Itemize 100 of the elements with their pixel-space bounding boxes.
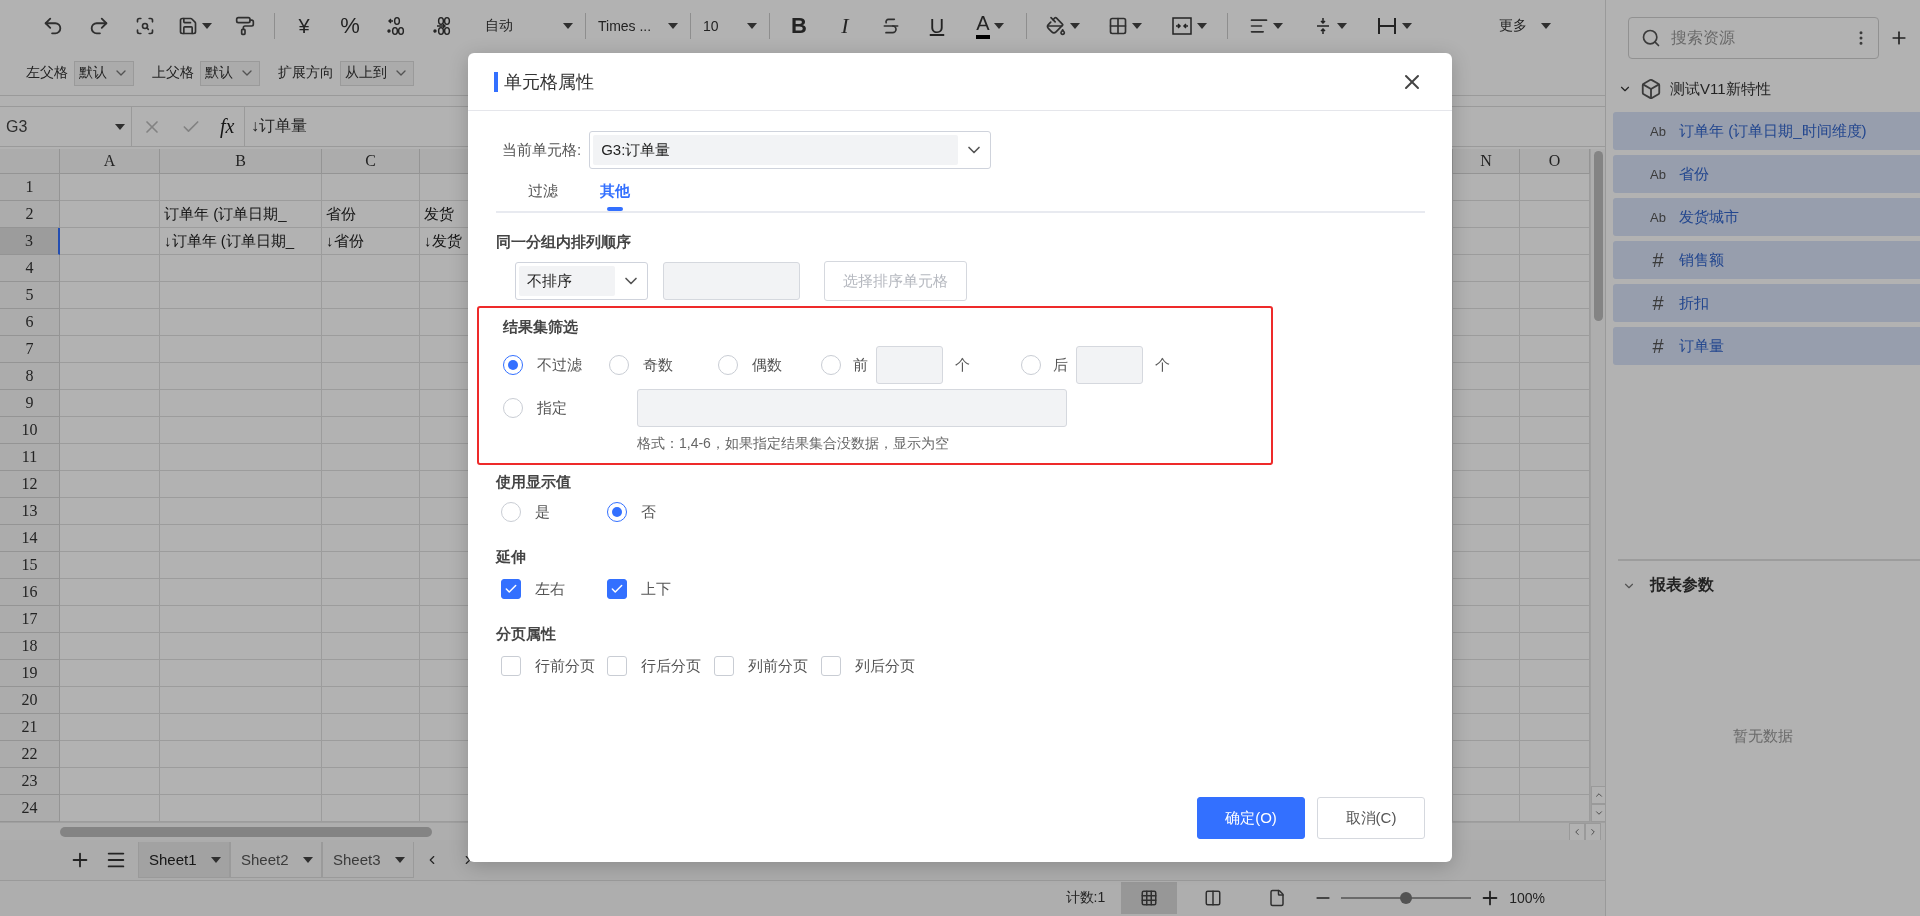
row-header[interactable]: 16 xyxy=(0,579,60,607)
section-title: 延伸 xyxy=(496,546,527,567)
parent-select[interactable]: 默认 xyxy=(200,60,260,86)
save-icon[interactable] xyxy=(178,15,198,36)
row-header[interactable]: 9 xyxy=(0,390,60,418)
checkbox[interactable] xyxy=(607,579,627,599)
field-item[interactable]: # 销售额 xyxy=(1613,241,1920,279)
row-header[interactable]: 4 xyxy=(0,255,60,283)
function-icon[interactable]: fx xyxy=(219,115,235,139)
option-label: 上下 xyxy=(641,579,671,599)
cell-select[interactable]: G3:订单量 xyxy=(589,131,992,169)
cancel-button[interactable]: 取消(C) xyxy=(1317,797,1425,839)
border-icon[interactable] xyxy=(1108,15,1128,36)
row-header[interactable]: 17 xyxy=(0,606,60,634)
scrollbar-thumb[interactable] xyxy=(60,826,432,837)
row-header[interactable]: 12 xyxy=(0,471,60,499)
checkbox[interactable] xyxy=(821,656,841,676)
option-label: 是 xyxy=(535,502,550,522)
sheet-tab[interactable]: Sheet1 xyxy=(138,842,230,879)
confirm-button[interactable]: 确定(O) xyxy=(1197,797,1305,839)
increase-decimal-icon[interactable] xyxy=(431,14,453,37)
radio-button[interactable] xyxy=(1021,355,1041,375)
column-header[interactable]: A xyxy=(60,149,160,175)
dataset-name[interactable]: 测试V11新特性 xyxy=(1670,79,1771,99)
field-item[interactable]: Ab 发货城市 xyxy=(1613,198,1920,236)
row-header[interactable]: 11 xyxy=(0,444,60,472)
row-header[interactable]: 23 xyxy=(0,768,60,796)
column-header[interactable]: C xyxy=(322,149,420,175)
formula-text[interactable]: ↓订单量 xyxy=(245,116,307,138)
radio-button[interactable] xyxy=(503,355,523,375)
merge-cells-icon[interactable] xyxy=(1171,14,1193,37)
caret-icon xyxy=(1337,22,1347,29)
corner-cell[interactable] xyxy=(0,149,60,175)
number-format-dropdown[interactable]: 自动 xyxy=(479,10,579,41)
font-size-dropdown[interactable]: 10 xyxy=(697,10,763,41)
fill-color-icon[interactable] xyxy=(1046,15,1066,36)
checkbox[interactable] xyxy=(607,656,627,676)
radio-button[interactable] xyxy=(607,502,627,522)
radio-button[interactable] xyxy=(501,502,521,522)
caret-icon xyxy=(1070,22,1080,29)
row-header[interactable]: 1 xyxy=(0,174,60,202)
sort-field[interactable] xyxy=(663,262,800,300)
row-header[interactable]: 19 xyxy=(0,660,60,688)
section-title: 使用显示值 xyxy=(496,471,572,492)
sort-select[interactable]: 不排序 xyxy=(515,262,648,300)
search-field[interactable]: 搜索资源 xyxy=(1669,28,1844,48)
specify-field[interactable] xyxy=(637,389,1067,427)
row-header[interactable]: 14 xyxy=(0,525,60,553)
column-header[interactable]: O xyxy=(1520,149,1590,175)
field-item[interactable]: # 订单量 xyxy=(1613,327,1920,365)
row-header[interactable]: 8 xyxy=(0,363,60,391)
zoom-slider-thumb[interactable] xyxy=(1400,892,1413,905)
field-item[interactable]: Ab 订单年 (订单日期_时间维度) xyxy=(1613,112,1920,150)
section-title: 同一分组内排列顺序 xyxy=(496,231,632,252)
row-header[interactable]: 10 xyxy=(0,417,60,445)
field-item[interactable]: # 折扣 xyxy=(1613,284,1920,322)
row-header[interactable]: 21 xyxy=(0,714,60,742)
checkbox[interactable] xyxy=(714,656,734,676)
row-header[interactable]: 18 xyxy=(0,633,60,661)
column-header[interactable]: B xyxy=(160,149,322,175)
row-header[interactable]: 7 xyxy=(0,336,60,364)
underline-icon[interactable]: U xyxy=(929,15,945,36)
row-header[interactable]: 20 xyxy=(0,687,60,715)
bold-icon[interactable]: B xyxy=(791,14,807,37)
field-item[interactable]: Ab 省份 xyxy=(1613,155,1920,193)
row-header[interactable]: 6 xyxy=(0,309,60,337)
column-header[interactable]: N xyxy=(1453,149,1520,175)
row-header[interactable]: 24 xyxy=(0,795,60,823)
count-field[interactable] xyxy=(1076,346,1143,384)
row-header[interactable]: 5 xyxy=(0,282,60,310)
row-header[interactable]: 2 xyxy=(0,201,60,229)
font-dropdown[interactable]: Times ... xyxy=(592,10,684,41)
row-header[interactable]: 15 xyxy=(0,552,60,580)
sheet-tab[interactable]: Sheet3 xyxy=(322,842,414,879)
section-title: 分页属性 xyxy=(496,623,557,644)
radio-button[interactable] xyxy=(503,398,523,418)
italic-icon[interactable]: I xyxy=(841,14,849,37)
row-header[interactable]: 22 xyxy=(0,741,60,769)
search-bar[interactable]: 搜索资源 xyxy=(1628,17,1879,59)
radio-button[interactable] xyxy=(609,355,629,375)
parent-select[interactable]: 默认 xyxy=(74,60,134,86)
currency-icon[interactable]: ¥ xyxy=(298,15,310,36)
decrease-decimal-icon[interactable] xyxy=(385,14,407,37)
sheet-tab[interactable]: Sheet2 xyxy=(230,842,322,879)
percent-icon[interactable]: % xyxy=(340,14,360,37)
row-header[interactable]: 13 xyxy=(0,498,60,526)
parent-select[interactable]: 从上到 xyxy=(340,60,414,86)
scrollbar-thumb[interactable] xyxy=(1594,151,1603,322)
preview-icon[interactable] xyxy=(135,15,155,36)
grid-view-button[interactable] xyxy=(1121,882,1178,915)
more-dropdown[interactable]: 更多 xyxy=(1493,10,1557,41)
count-field[interactable] xyxy=(876,346,943,384)
checkbox[interactable] xyxy=(501,656,521,676)
row-header[interactable]: 3 xyxy=(0,228,60,256)
radio-button[interactable] xyxy=(718,355,738,375)
format-painter-icon[interactable] xyxy=(235,15,255,36)
section-title[interactable]: 报表参数 xyxy=(1650,575,1714,596)
checkbox[interactable] xyxy=(501,579,521,599)
caret-icon xyxy=(395,856,405,863)
radio-button[interactable] xyxy=(821,355,841,375)
